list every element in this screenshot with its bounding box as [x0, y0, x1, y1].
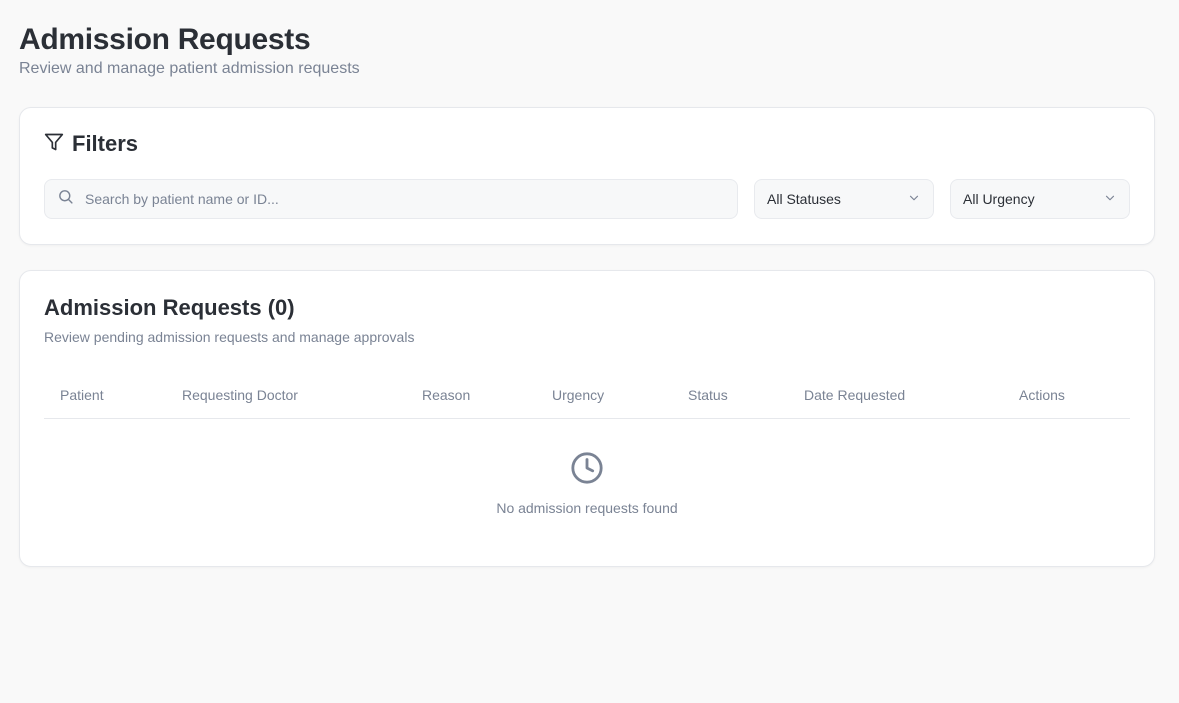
column-header-status: Status — [688, 386, 728, 403]
column-header-patient: Patient — [60, 386, 104, 403]
page-title: Admission Requests — [19, 23, 311, 56]
filters-title: Filters — [72, 131, 139, 156]
column-header-date-requested: Date Requested — [804, 386, 906, 403]
clock-icon — [570, 451, 604, 490]
column-header-requesting-doctor: Requesting Doctor — [182, 386, 298, 403]
filter-row: All Statuses All Urgency — [44, 179, 1130, 219]
column-header-actions: Actions — [1019, 386, 1065, 403]
requests-title: Admission Requests (0) — [44, 295, 295, 320]
chevron-down-icon — [1103, 191, 1117, 208]
search-box[interactable] — [44, 179, 738, 219]
column-header-urgency: Urgency — [552, 386, 605, 403]
status-select[interactable]: All Statuses — [754, 179, 934, 219]
filters-card: Filters All Statuses — [19, 107, 1155, 245]
table-header-row: Patient Requesting Doctor Reason Urgency… — [44, 371, 1130, 419]
filters-header: Filters — [44, 131, 1130, 157]
filter-icon — [44, 132, 64, 157]
page-subtitle: Review and manage patient admission requ… — [19, 60, 360, 77]
requests-card: Admission Requests (0) Review pending ad… — [19, 270, 1155, 567]
status-select-value: All Statuses — [767, 191, 841, 207]
empty-state: No admission requests found — [44, 419, 1130, 516]
search-icon — [57, 188, 74, 210]
urgency-select[interactable]: All Urgency — [950, 179, 1130, 219]
chevron-down-icon — [907, 191, 921, 208]
requests-table: Patient Requesting Doctor Reason Urgency… — [44, 371, 1130, 516]
urgency-select-value: All Urgency — [963, 191, 1035, 207]
requests-subtitle: Review pending admission requests and ma… — [44, 329, 415, 345]
search-input[interactable] — [85, 191, 685, 207]
empty-state-message: No admission requests found — [496, 500, 678, 516]
column-header-reason: Reason — [422, 386, 471, 403]
page: Admission Requests Review and manage pat… — [0, 0, 1179, 567]
